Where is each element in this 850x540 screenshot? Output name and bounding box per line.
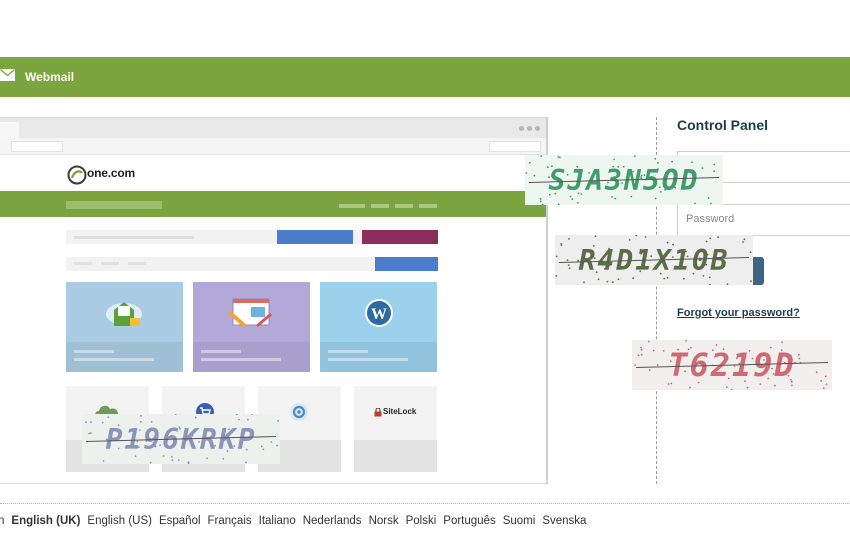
language-option[interactable]: Polski xyxy=(406,515,437,527)
language-option[interactable]: Italiano xyxy=(259,515,296,527)
browser-chrome xyxy=(0,118,546,138)
password-placeholder: Password xyxy=(686,213,735,225)
placeholder-button-blue xyxy=(277,230,353,244)
placeholder-bar xyxy=(371,204,389,208)
svg-text:W: W xyxy=(371,306,387,323)
wordpress-icon: W xyxy=(365,299,393,327)
address-bar xyxy=(489,141,541,152)
language-option[interactable]: English (US) xyxy=(87,515,152,527)
webmail-link[interactable]: Webmail xyxy=(25,70,74,84)
address-row xyxy=(0,138,546,155)
window-dot xyxy=(527,126,532,131)
onecom-logo-icon xyxy=(67,165,87,185)
onecom-logo-text: one.com xyxy=(87,166,135,180)
envelope-icon[interactable] xyxy=(0,69,15,81)
address-bar xyxy=(11,141,63,152)
feature-tile-email xyxy=(66,282,183,372)
language-option[interactable]: Svenska xyxy=(542,515,586,527)
language-option[interactable]: Norsk xyxy=(369,515,399,527)
language-option[interactable]: Português xyxy=(443,515,495,527)
feature-card-sitelock: SiteLock xyxy=(354,386,437,472)
captcha-image: P196KRKP xyxy=(82,414,280,464)
language-option[interactable]: Nederlands xyxy=(303,515,362,527)
email-cloud-icon xyxy=(106,302,142,326)
feature-tile-wordpress: W xyxy=(320,282,437,372)
language-option[interactable]: English (UK) xyxy=(11,515,80,527)
top-bar xyxy=(0,57,850,97)
sitelock-icon xyxy=(374,408,382,417)
window-dot xyxy=(519,126,524,131)
captcha-image: T6219D xyxy=(632,340,832,390)
placeholder-bar xyxy=(419,204,437,208)
language-option[interactable]: Suomi xyxy=(503,515,536,527)
sitelock-label: SiteLock xyxy=(383,407,417,416)
placeholder-line xyxy=(101,262,119,265)
window-dot xyxy=(535,126,540,131)
placeholder-bar xyxy=(339,204,365,208)
forgot-password-link[interactable]: Forgot your password? xyxy=(677,307,800,319)
placeholder-button-purple xyxy=(362,230,438,244)
placeholder-line xyxy=(74,236,194,239)
browser-tab xyxy=(0,122,19,138)
captcha-image: R4D1X10B xyxy=(555,235,753,285)
feature-tile-builder xyxy=(193,282,310,372)
placeholder-bar xyxy=(66,201,162,209)
placeholder-line xyxy=(74,262,92,265)
placeholder-bar xyxy=(395,204,413,208)
footer-divider xyxy=(0,503,850,504)
language-option[interactable]: Français xyxy=(208,515,252,527)
language-option[interactable]: n xyxy=(0,515,4,527)
language-selector: n English (UK) English (US) Español Français… xyxy=(0,515,593,527)
control-panel-title: Control Panel xyxy=(677,117,769,133)
website-builder-icon xyxy=(227,298,272,328)
placeholder-line xyxy=(128,262,146,265)
language-option[interactable]: Español xyxy=(159,515,201,527)
captcha-image: SJA3N5OD xyxy=(525,155,723,205)
gear-icon xyxy=(290,403,308,421)
placeholder-button-blue xyxy=(375,257,438,271)
